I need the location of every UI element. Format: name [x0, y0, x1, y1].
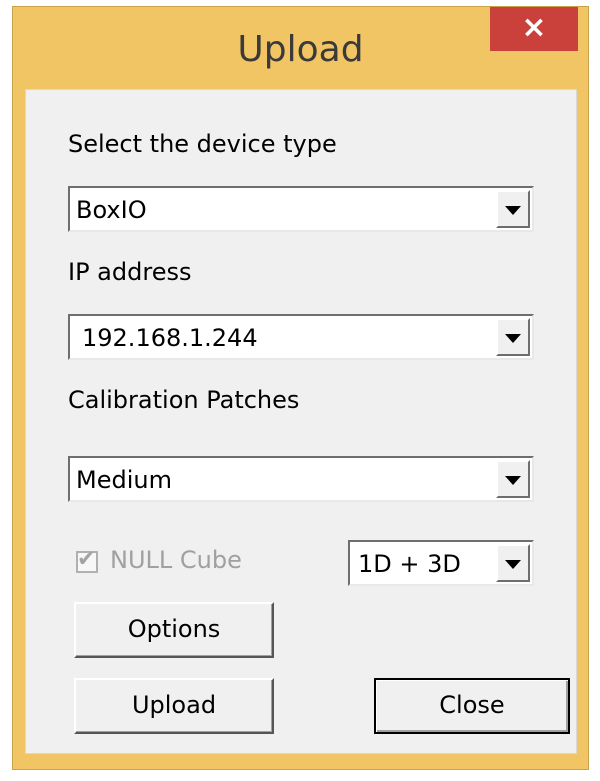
- null-cube-checkbox[interactable]: ✔: [76, 547, 98, 573]
- device-type-dropdown-button[interactable]: [496, 190, 530, 228]
- close-button[interactable]: Close: [374, 678, 570, 734]
- lut-type-dropdown-button[interactable]: [496, 544, 530, 582]
- device-type-select[interactable]: BoxIO: [68, 186, 534, 232]
- ip-address-dropdown-button[interactable]: [496, 318, 530, 356]
- calibration-patches-dropdown-button[interactable]: [496, 460, 530, 498]
- dialog-body: Select the device type BoxIO IP address …: [25, 89, 577, 754]
- window-close-button[interactable]: ×: [490, 7, 578, 51]
- calibration-patches-label: Calibration Patches: [68, 386, 300, 414]
- chevron-down-icon: [505, 206, 521, 215]
- close-icon: ×: [521, 10, 547, 45]
- ip-address-value: 192.168.1.244: [82, 324, 258, 352]
- lut-type-select[interactable]: 1D + 3D: [348, 540, 534, 586]
- chevron-down-icon: [505, 560, 521, 569]
- chevron-down-icon: [505, 476, 521, 485]
- checkmark-icon: ✔: [77, 547, 96, 572]
- device-type-label: Select the device type: [68, 130, 337, 158]
- options-button[interactable]: Options: [74, 602, 274, 658]
- chevron-down-icon: [505, 334, 521, 343]
- upload-dialog: Upload × Select the device type BoxIO IP…: [12, 6, 589, 770]
- calibration-patches-value: Medium: [76, 466, 172, 494]
- calibration-patches-select[interactable]: Medium: [68, 456, 534, 502]
- device-type-value: BoxIO: [76, 196, 147, 224]
- null-cube-label: NULL Cube: [110, 546, 242, 574]
- ip-address-select[interactable]: 192.168.1.244: [68, 314, 534, 360]
- ip-address-label: IP address: [68, 258, 192, 286]
- lut-type-value: 1D + 3D: [358, 550, 461, 578]
- upload-button[interactable]: Upload: [74, 678, 274, 734]
- title-bar[interactable]: Upload ×: [13, 7, 588, 89]
